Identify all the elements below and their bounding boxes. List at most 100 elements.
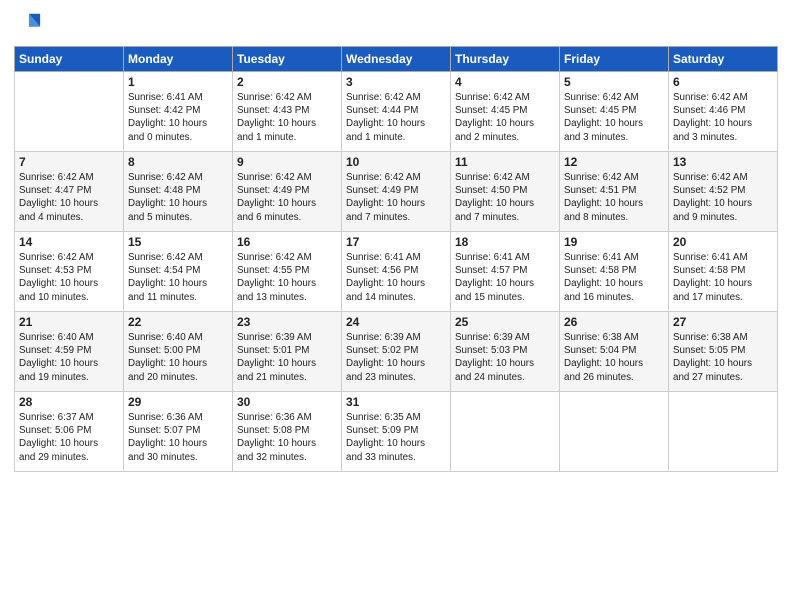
calendar-cell: 6Sunrise: 6:42 AM Sunset: 4:46 PM Daylig… [669,72,778,152]
col-header-friday: Friday [560,47,669,72]
week-row-5: 28 Sunrise: 6:37 AM Sunset: 5:06 PM Dayli… [15,392,778,472]
week-row-2: 7 Sunrise: 6:42 AM Sunset: 4:47 PM Daylig… [15,152,778,232]
col-header-thursday: Thursday [451,47,560,72]
day-number: 2 [237,75,337,89]
calendar-cell: 10 Sunrise: 6:42 AM Sunset: 4:49 PM Dayli… [342,152,451,232]
day-info: Sunrise: 6:36 AM Sunset: 5:08 PM Dayligh… [237,411,337,464]
calendar-cell: 25 Sunrise: 6:39 AM Sunset: 5:03 PM Dayli… [451,312,560,392]
day-number: 19 [564,235,664,249]
day-info: Sunrise: 6:35 AM Sunset: 5:09 PM Dayligh… [346,411,446,464]
day-info: Sunrise: 6:36 AM Sunset: 5:07 PM Dayligh… [128,411,228,464]
calendar-cell: 13 Sunrise: 6:42 AM Sunset: 4:52 PM Dayli… [669,152,778,232]
day-number: 10 [346,155,446,169]
calendar-cell: 15 Sunrise: 6:42 AM Sunset: 4:54 PM Dayli… [124,232,233,312]
day-info: Sunrise: 6:38 AM Sunset: 5:04 PM Dayligh… [564,331,664,384]
day-number: 23 [237,315,337,329]
day-info: Sunrise: 6:40 AM Sunset: 5:00 PM Dayligh… [128,331,228,384]
calendar-cell [560,392,669,472]
calendar-cell: 7 Sunrise: 6:42 AM Sunset: 4:47 PM Daylig… [15,152,124,232]
day-info: Sunrise: 6:42 AM Sunset: 4:49 PM Dayligh… [346,171,446,224]
calendar-cell: 27 Sunrise: 6:38 AM Sunset: 5:05 PM Dayli… [669,312,778,392]
week-row-3: 14 Sunrise: 6:42 AM Sunset: 4:53 PM Dayli… [15,232,778,312]
calendar-cell [15,72,124,152]
calendar-cell: 31 Sunrise: 6:35 AM Sunset: 5:09 PM Dayli… [342,392,451,472]
day-number: 14 [19,235,119,249]
calendar-cell: 18Sunrise: 6:41 AM Sunset: 4:57 PM Dayli… [451,232,560,312]
calendar-cell: 1 Sunrise: 6:41 AM Sunset: 4:42 PM Daylig… [124,72,233,152]
calendar-cell: 11 Sunrise: 6:42 AM Sunset: 4:50 PM Dayli… [451,152,560,232]
page-container: SundayMondayTuesdayWednesdayThursdayFrid… [0,0,792,482]
day-number: 13 [673,155,773,169]
day-number: 7 [19,155,119,169]
calendar-cell: 8Sunrise: 6:42 AM Sunset: 4:48 PM Daylig… [124,152,233,232]
day-info: Sunrise: 6:38 AM Sunset: 5:05 PM Dayligh… [673,331,773,384]
day-number: 22 [128,315,228,329]
day-number: 1 [128,75,228,89]
day-info: Sunrise: 6:40 AM Sunset: 4:59 PM Dayligh… [19,331,119,384]
day-number: 15 [128,235,228,249]
day-info: Sunrise: 6:42 AM Sunset: 4:48 PM Dayligh… [128,171,228,224]
calendar-cell: 19 Sunrise: 6:41 AM Sunset: 4:58 PM Dayli… [560,232,669,312]
calendar-cell: 9 Sunrise: 6:42 AM Sunset: 4:49 PM Daylig… [233,152,342,232]
day-number: 12 [564,155,664,169]
calendar-cell: 29 Sunrise: 6:36 AM Sunset: 5:07 PM Dayli… [124,392,233,472]
day-number: 21 [19,315,119,329]
calendar-cell: 12 Sunrise: 6:42 AM Sunset: 4:51 PM Dayli… [560,152,669,232]
day-info: Sunrise: 6:42 AM Sunset: 4:52 PM Dayligh… [673,171,773,224]
day-info: Sunrise: 6:42 AM Sunset: 4:53 PM Dayligh… [19,251,119,304]
day-number: 27 [673,315,773,329]
day-number: 26 [564,315,664,329]
calendar-cell: 21 Sunrise: 6:40 AM Sunset: 4:59 PM Dayli… [15,312,124,392]
day-number: 11 [455,155,555,169]
day-number: 9 [237,155,337,169]
day-info: Sunrise: 6:39 AM Sunset: 5:03 PM Dayligh… [455,331,555,384]
day-info: Sunrise: 6:41 AM Sunset: 4:58 PM Dayligh… [564,251,664,304]
calendar-cell: 5 Sunrise: 6:42 AM Sunset: 4:45 PM Daylig… [560,72,669,152]
day-info: Sunrise: 6:42 AM Sunset: 4:45 PM Dayligh… [564,91,664,144]
day-number: 4 [455,75,555,89]
day-number: 5 [564,75,664,89]
day-number: 3 [346,75,446,89]
day-info: Sunrise: 6:41 AM Sunset: 4:57 PM Dayligh… [455,251,555,304]
calendar-cell [669,392,778,472]
day-info: Sunrise: 6:42 AM Sunset: 4:54 PM Dayligh… [128,251,228,304]
day-info: Sunrise: 6:42 AM Sunset: 4:50 PM Dayligh… [455,171,555,224]
calendar-cell: 14 Sunrise: 6:42 AM Sunset: 4:53 PM Dayli… [15,232,124,312]
day-info: Sunrise: 6:42 AM Sunset: 4:47 PM Dayligh… [19,171,119,224]
calendar-cell: 26 Sunrise: 6:38 AM Sunset: 5:04 PM Dayli… [560,312,669,392]
day-number: 29 [128,395,228,409]
day-number: 30 [237,395,337,409]
day-info: Sunrise: 6:39 AM Sunset: 5:02 PM Dayligh… [346,331,446,384]
calendar-cell: 28 Sunrise: 6:37 AM Sunset: 5:06 PM Dayli… [15,392,124,472]
day-info: Sunrise: 6:42 AM Sunset: 4:45 PM Dayligh… [455,91,555,144]
calendar-cell: 2Sunrise: 6:42 AM Sunset: 4:43 PM Daylig… [233,72,342,152]
col-header-tuesday: Tuesday [233,47,342,72]
logo [14,10,46,38]
day-info: Sunrise: 6:41 AM Sunset: 4:42 PM Dayligh… [128,91,228,144]
day-info: Sunrise: 6:42 AM Sunset: 4:44 PM Dayligh… [346,91,446,144]
day-info: Sunrise: 6:42 AM Sunset: 4:51 PM Dayligh… [564,171,664,224]
col-header-monday: Monday [124,47,233,72]
day-number: 28 [19,395,119,409]
week-row-1: 1 Sunrise: 6:41 AM Sunset: 4:42 PM Daylig… [15,72,778,152]
day-info: Sunrise: 6:41 AM Sunset: 4:58 PM Dayligh… [673,251,773,304]
col-header-saturday: Saturday [669,47,778,72]
day-info: Sunrise: 6:42 AM Sunset: 4:55 PM Dayligh… [237,251,337,304]
calendar-cell: 30 Sunrise: 6:36 AM Sunset: 5:08 PM Dayli… [233,392,342,472]
day-number: 6 [673,75,773,89]
calendar-cell: 17Sunrise: 6:41 AM Sunset: 4:56 PM Dayli… [342,232,451,312]
calendar-cell [451,392,560,472]
day-info: Sunrise: 6:42 AM Sunset: 4:49 PM Dayligh… [237,171,337,224]
logo-icon [14,10,42,38]
day-number: 24 [346,315,446,329]
calendar-cell: 4 Sunrise: 6:42 AM Sunset: 4:45 PM Daylig… [451,72,560,152]
day-info: Sunrise: 6:37 AM Sunset: 5:06 PM Dayligh… [19,411,119,464]
calendar-cell: 23Sunrise: 6:39 AM Sunset: 5:01 PM Dayli… [233,312,342,392]
week-row-4: 21 Sunrise: 6:40 AM Sunset: 4:59 PM Dayli… [15,312,778,392]
calendar-table: SundayMondayTuesdayWednesdayThursdayFrid… [14,46,778,472]
day-number: 20 [673,235,773,249]
calendar-header-row: SundayMondayTuesdayWednesdayThursdayFrid… [15,47,778,72]
day-number: 25 [455,315,555,329]
day-number: 31 [346,395,446,409]
day-number: 16 [237,235,337,249]
